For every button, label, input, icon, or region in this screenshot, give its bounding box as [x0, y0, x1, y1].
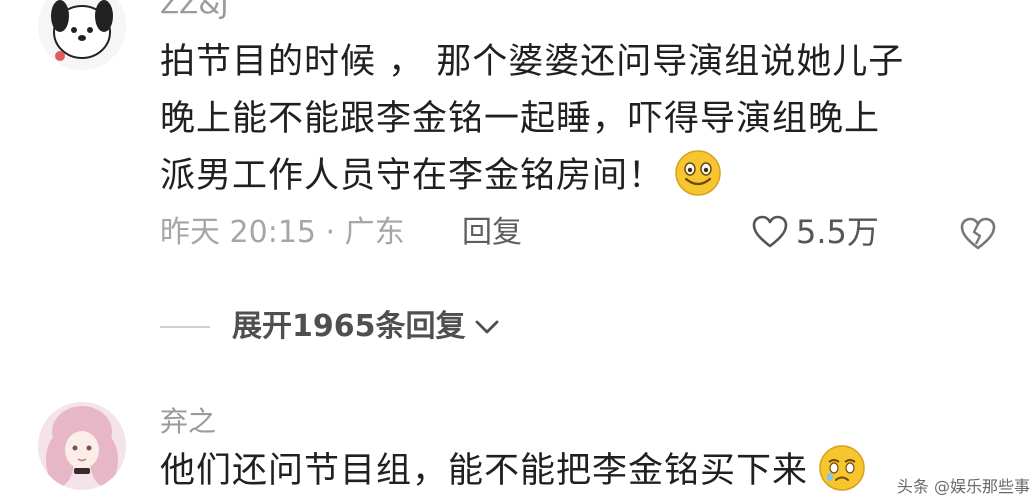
dislike-button[interactable]	[960, 217, 996, 255]
expand-replies-button[interactable]: 展开1965条回复	[160, 312, 500, 342]
watermark: 头条 @娱乐那些事	[896, 477, 1030, 496]
dog-avatar-icon	[38, 0, 126, 70]
comment-username[interactable]: ZZ&J	[160, 0, 228, 18]
comment-text-segment: 派男工作人员守在李金铭房间！	[160, 156, 665, 196]
comment-username[interactable]: 弃之	[160, 408, 216, 436]
comment-item: 弃之 他们还问节目组，能不能把李金铭买下来	[0, 395, 1036, 495]
chevron-down-icon	[475, 320, 498, 334]
reply-button[interactable]: 回复	[462, 218, 522, 248]
avatar[interactable]	[38, 402, 126, 490]
like-button[interactable]: 5.5万	[752, 215, 879, 249]
comment-time-location: 昨天 20:15 · 广东	[160, 215, 405, 250]
avatar[interactable]	[38, 0, 126, 70]
comment-item: ZZ&J 拍节目的时候 ， 那个婆婆还问导演组说她儿子 晚上能不能跟李金铭一起睡…	[0, 0, 1036, 300]
comment-text-segment: 他们还问节目组，能不能把李金铭买下来	[160, 451, 809, 491]
comment-text-line: 晚上能不能跟李金铭一起睡，吓得导演组晚上	[160, 99, 881, 139]
comment-text: 拍节目的时候 ， 那个婆婆还问导演组说她儿子 晚上能不能跟李金铭一起睡，吓得导演…	[160, 34, 904, 205]
grin-emoji-icon	[675, 150, 721, 196]
heart-outline-icon	[752, 215, 788, 248]
comment-text-line: 拍节目的时候 ， 那个婆婆还问导演组说她儿子	[160, 42, 905, 82]
crying-emoji-icon	[819, 445, 865, 491]
comment-text-line: 派男工作人员守在李金铭房间！	[160, 148, 904, 205]
expand-divider-line	[160, 326, 210, 328]
comment-text: 他们还问节目组，能不能把李金铭买下来	[160, 443, 866, 500]
anime-girl-avatar-icon	[38, 402, 126, 490]
expand-replies-label: 展开1965条回复	[232, 309, 466, 344]
broken-heart-icon	[960, 217, 996, 250]
like-count: 5.5万	[796, 213, 879, 251]
comment-text-line: 他们还问节目组，能不能把李金铭买下来	[160, 443, 866, 500]
